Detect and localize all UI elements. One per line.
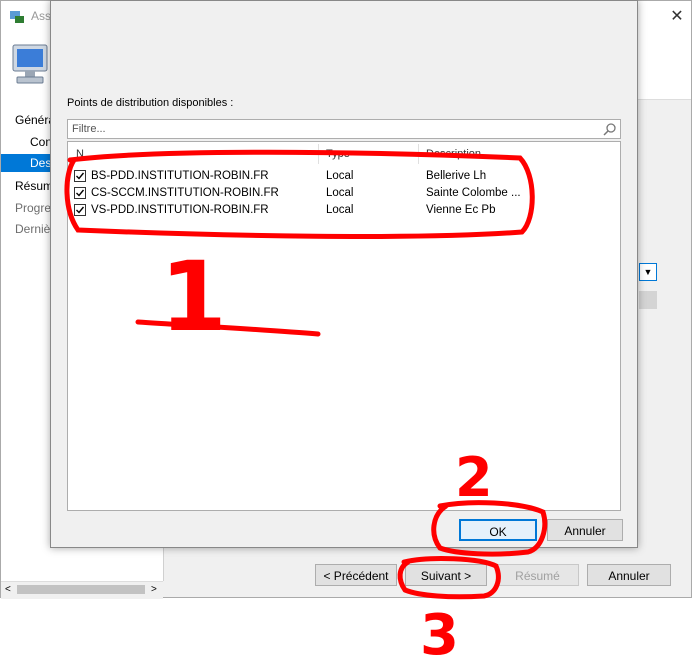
column-header-name[interactable]: N <box>76 148 84 160</box>
row-type: Local <box>326 187 354 199</box>
available-points-label: Points de distribution disponibles : <box>67 97 234 109</box>
scrollbar-thumb[interactable] <box>17 585 145 594</box>
column-separator <box>318 144 319 164</box>
summary-button: Résumé <box>496 564 579 586</box>
wizard-app-icon <box>9 8 25 24</box>
chevron-down-icon[interactable]: ▼ <box>639 263 657 281</box>
scroll-right-icon[interactable]: > <box>151 584 157 595</box>
row-description: Bellerive Lh <box>426 170 487 182</box>
filter-input[interactable] <box>70 121 594 137</box>
wizard-cancel-button[interactable]: Annuler <box>587 564 671 586</box>
row-description: Vienne Ec Pb <box>426 204 496 216</box>
column-header-type[interactable]: Type <box>326 148 350 160</box>
row-description: Sainte Colombe ... <box>426 187 521 199</box>
row-name: VS-PDD.INSTITUTION-ROBIN.FR <box>91 204 269 216</box>
column-header-description[interactable]: Description <box>426 148 481 160</box>
row-checkbox[interactable] <box>74 187 86 199</box>
monitor-icon <box>9 43 51 87</box>
distribution-points-list[interactable]: N Type Description BS-PDD.INSTITUTION-RO… <box>67 141 621 511</box>
next-button[interactable]: Suivant > <box>405 564 487 586</box>
row-type: Local <box>326 204 354 216</box>
row-type: Local <box>326 170 354 182</box>
sidebar-item-progress: Progre <box>15 201 52 215</box>
filter-box[interactable] <box>67 119 621 139</box>
row-name: CS-SCCM.INSTITUTION-ROBIN.FR <box>91 187 279 199</box>
row-name: BS-PDD.INSTITUTION-ROBIN.FR <box>91 170 269 182</box>
list-item[interactable]: CS-SCCM.INSTITUTION-ROBIN.FR Local Saint… <box>72 185 592 202</box>
list-item[interactable]: BS-PDD.INSTITUTION-ROBIN.FR Local Beller… <box>72 168 592 185</box>
scroll-left-icon[interactable]: < <box>5 584 11 595</box>
annotation-number-three: 3 <box>420 603 459 658</box>
list-item[interactable]: VS-PDD.INSTITUTION-ROBIN.FR Local Vienne… <box>72 202 592 219</box>
ok-button[interactable]: OK <box>459 519 537 541</box>
sidebar-item-summary[interactable]: Résum <box>15 179 53 193</box>
distribution-points-dialog: Points de distribution disponibles : N T… <box>50 0 638 548</box>
dialog-cancel-button[interactable]: Annuler <box>547 519 623 541</box>
previous-button[interactable]: < Précédent <box>315 564 397 586</box>
row-checkbox[interactable] <box>74 170 86 182</box>
close-icon[interactable]: ✕ <box>667 7 687 27</box>
row-checkbox[interactable] <box>74 204 86 216</box>
sidebar-item-completion: Derniè <box>15 222 51 236</box>
background-field <box>639 291 657 309</box>
column-separator <box>418 144 419 164</box>
sidebar-item-content[interactable]: Con <box>30 135 52 149</box>
search-icon[interactable] <box>603 122 617 136</box>
